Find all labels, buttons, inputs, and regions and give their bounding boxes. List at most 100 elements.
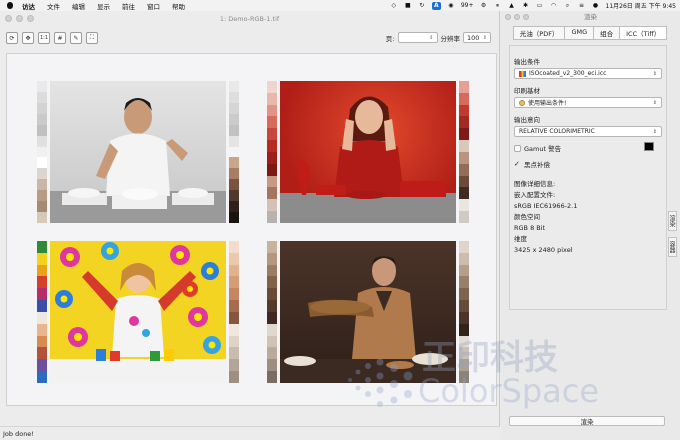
render-panel: 渲染 光油（PDF） GMG 组合 ICC（Tiff） 输出条件 ISOcoat… (501, 11, 680, 440)
pause-icon[interactable]: ⏸ (494, 2, 502, 9)
control-center-icon[interactable]: ≡ (578, 2, 586, 9)
tab-icc-tiff[interactable]: ICC（Tiff） (619, 26, 668, 40)
window-title: 1: Demo-RGB-1.tif (219, 15, 280, 23)
panel-body: 输出条件 ISOcoated_v2_300_eci.icc ⇕ 印刷基材 使用输… (509, 45, 667, 310)
panel-close-button[interactable] (505, 14, 511, 20)
menu-file[interactable]: 文件 (47, 1, 60, 11)
menu-window[interactable]: 窗口 (147, 1, 160, 11)
menu-view[interactable]: 显示 (97, 1, 110, 11)
output-condition-label: 输出条件 (514, 58, 540, 66)
gamut-color-swatch[interactable] (644, 142, 654, 151)
red-patch-column-right (459, 81, 469, 223)
gamut-warning-row: Gamut 警告 (514, 142, 662, 153)
tab-combine[interactable]: 组合 (593, 26, 621, 40)
photo-man-shoes (280, 241, 456, 383)
lock-icon[interactable]: ▲ (508, 2, 516, 9)
panel-zoom-button[interactable] (523, 14, 529, 20)
output-intent-label: 输出意向 (514, 116, 540, 124)
sync-icon[interactable]: ↻ (418, 2, 426, 9)
side-tab-container[interactable]: 容器 (668, 237, 677, 257)
color-space-label: 颜色空间 (514, 213, 540, 221)
status-text: Job done! (3, 429, 34, 438)
camera-icon[interactable]: ■ (404, 2, 412, 9)
traffic-lights (5, 15, 34, 22)
output-condition-value: ISOcoated_v2_300_eci.icc (529, 70, 607, 77)
size-value: 3425 x 2480 pixel (514, 246, 573, 254)
minimize-button[interactable] (16, 15, 23, 22)
page-select[interactable]: ⇕ (397, 32, 438, 43)
red-patch-column (267, 81, 277, 223)
menu-edit[interactable]: 编辑 (72, 1, 85, 11)
black-point-label: 黑点补偿 (524, 161, 550, 169)
embedded-profile-label: 嵌入配置文件: (514, 191, 556, 199)
substrate-icon (519, 99, 525, 106)
zoom-button[interactable] (27, 15, 34, 22)
chevron-updown-icon: ⇕ (652, 128, 657, 135)
size-label: 维度 (514, 235, 527, 243)
panel-title: 渲染 (584, 13, 597, 21)
wifi-icon[interactable]: ◠ (550, 2, 558, 9)
image-details-title: 图像详细信息: (514, 180, 556, 188)
panel-minimize-button[interactable] (514, 14, 520, 20)
close-button[interactable] (5, 15, 12, 22)
print-substrate-dropdown[interactable]: 使用输出条件! ⇕ (514, 97, 662, 108)
checkmark-icon[interactable]: ✓ (514, 160, 521, 168)
pan-button[interactable]: ✥ (22, 32, 34, 44)
status-bar: Job done! (0, 426, 500, 440)
photo-woman-white (50, 81, 226, 223)
input-method-badge[interactable]: A (431, 1, 441, 10)
battery-icon[interactable]: ▭ (536, 2, 544, 9)
refresh-button[interactable]: ⟳ (6, 32, 18, 44)
tab-varnish-pdf[interactable]: 光油（PDF） (512, 26, 566, 40)
search-icon[interactable]: ⌕ (564, 2, 572, 9)
output-condition-dropdown[interactable]: ISOcoated_v2_300_eci.icc ⇕ (514, 68, 662, 79)
wechat-icon[interactable]: ◉ (447, 2, 455, 9)
notification-count[interactable]: 99+ (461, 2, 474, 9)
side-tabs: 渲染 容器 (668, 211, 677, 257)
apple-menu-icon[interactable] (6, 2, 14, 10)
menu-bar: 访达 文件 编辑 显示 前往 窗口 帮助 ◇ ■ ↻ A ◉ 99+ ⚙ ⏸ ▲… (0, 0, 680, 11)
eyedropper-button[interactable]: ✎ (70, 32, 82, 44)
image-details: 图像详细信息: 嵌入配置文件: sRGB IEC61966-2.1 颜色空间 R… (514, 179, 662, 256)
fit-button[interactable]: ⛶ (86, 32, 98, 44)
menu-help[interactable]: 帮助 (172, 1, 185, 11)
resolution-value: 100 (467, 33, 480, 42)
gamut-warning-checkbox[interactable] (514, 144, 521, 152)
gray-patch-column (37, 81, 47, 223)
resolution-label: 分辨率 (440, 34, 461, 43)
resolution-select[interactable]: 100 ⇕ (463, 32, 491, 43)
menu-datetime[interactable]: 11月26日 周五 下午 9:45 (606, 1, 676, 10)
chevron-updown-icon: ⇕ (652, 70, 657, 77)
tab-gmg[interactable]: GMG (564, 26, 595, 40)
render-button[interactable]: 渲染 (509, 416, 665, 426)
brown-patch-column-right (459, 241, 469, 383)
grid-button[interactable]: # (54, 32, 66, 44)
bluetooth-icon[interactable]: ✱ (522, 2, 530, 9)
photo-woman-red (280, 81, 456, 223)
status-icon[interactable]: ◇ (390, 2, 398, 9)
chevron-updown-icon: ⇕ (652, 99, 657, 106)
gamut-warning-label: Gamut 警告 (524, 145, 562, 153)
image-canvas[interactable] (6, 53, 497, 406)
actual-size-button[interactable]: 1:1 (38, 32, 50, 44)
menu-status-area: ◇ ■ ↻ A ◉ 99+ ⚙ ⏸ ▲ ✱ ▭ ◠ ⌕ ≡ ● 11月26日 周… (390, 0, 676, 11)
multicolor-patch-column (37, 241, 47, 383)
menu-finder[interactable]: 访达 (22, 1, 35, 11)
panel-titlebar: 渲染 (501, 11, 680, 24)
print-substrate-value: 使用输出条件! (528, 100, 567, 107)
brown-patch-column (267, 241, 277, 383)
black-point-row: ✓ 黑点补偿 (514, 159, 662, 169)
color-space-value: RGB 8 Bit (514, 224, 546, 232)
chevron-updown-icon: ⇕ (482, 34, 487, 41)
output-intent-dropdown[interactable]: RELATIVE COLORIMETRIC ⇕ (514, 126, 662, 137)
siri-icon[interactable]: ● (592, 2, 600, 9)
main-window: 1: Demo-RGB-1.tif ⟳ ✥ 1:1 # ✎ ⛶ 页: ⇕ 分辨率… (0, 11, 500, 440)
side-tab-render[interactable]: 渲染 (668, 211, 677, 231)
panel-tabs: 光油（PDF） GMG 组合 ICC（Tiff） (501, 26, 680, 40)
window-titlebar: 1: Demo-RGB-1.tif (0, 11, 499, 27)
menu-go[interactable]: 前往 (122, 1, 135, 11)
embedded-profile-value: sRGB IEC61966-2.1 (514, 202, 578, 210)
color-patch-column (229, 81, 239, 223)
profile-icon (519, 70, 526, 77)
gear-icon[interactable]: ⚙ (480, 2, 488, 9)
